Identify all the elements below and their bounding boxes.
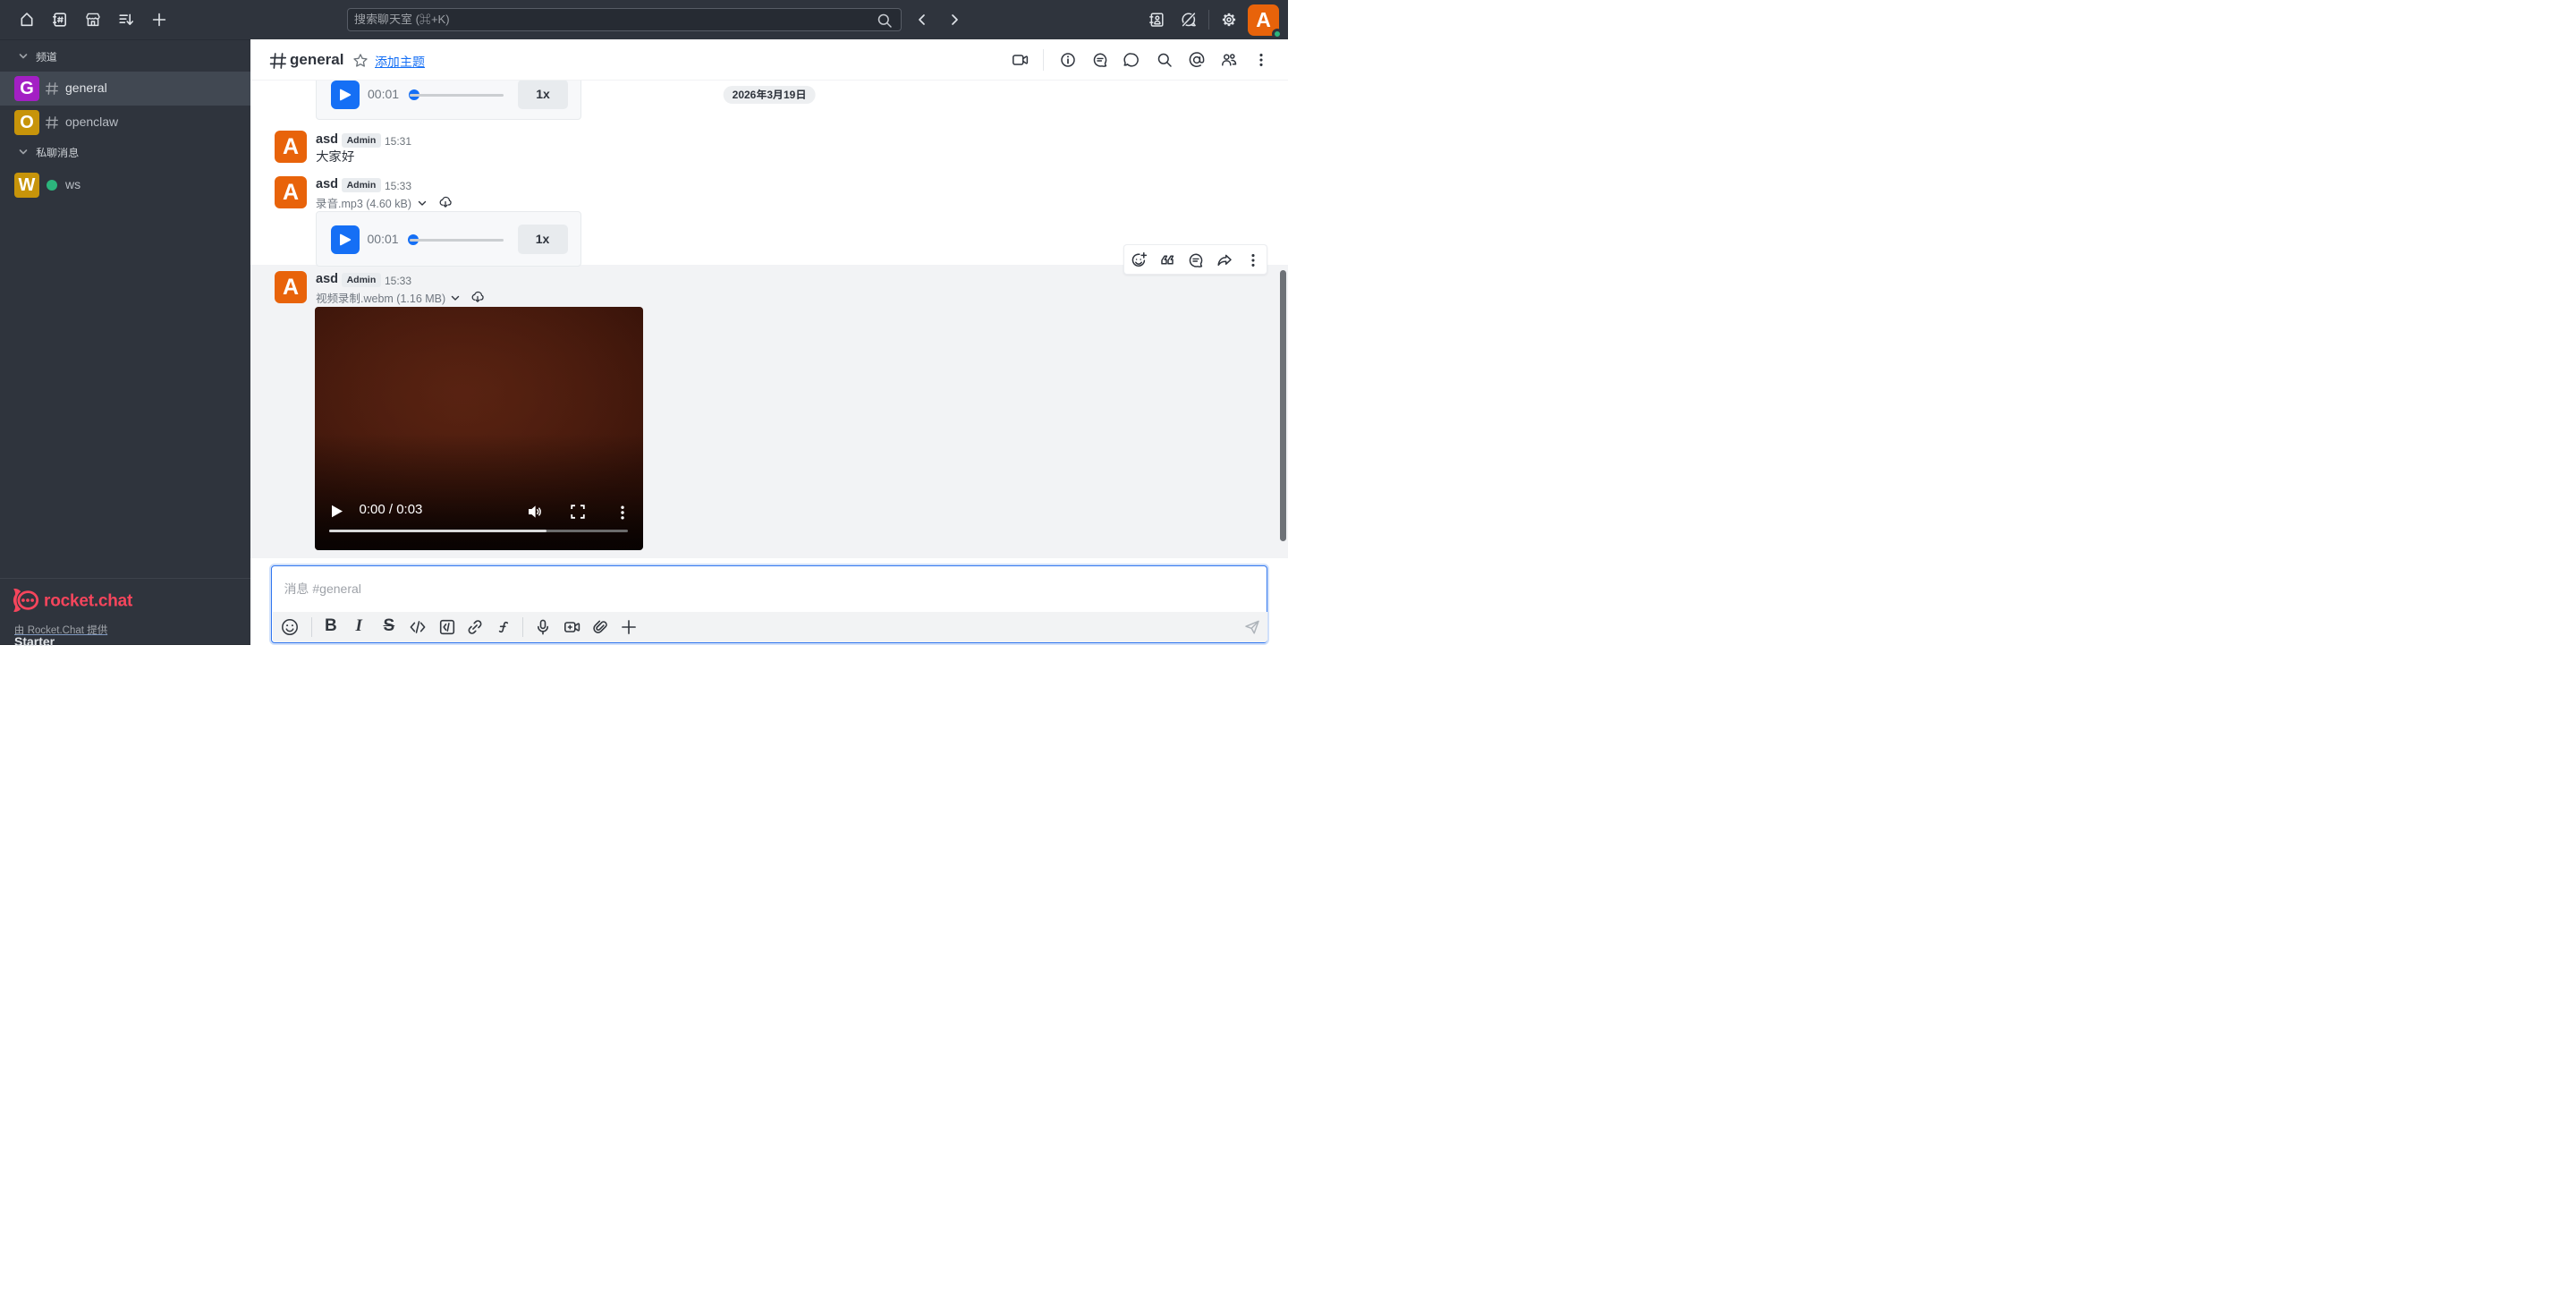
svg-text:rocket.chat: rocket.chat (44, 592, 133, 611)
